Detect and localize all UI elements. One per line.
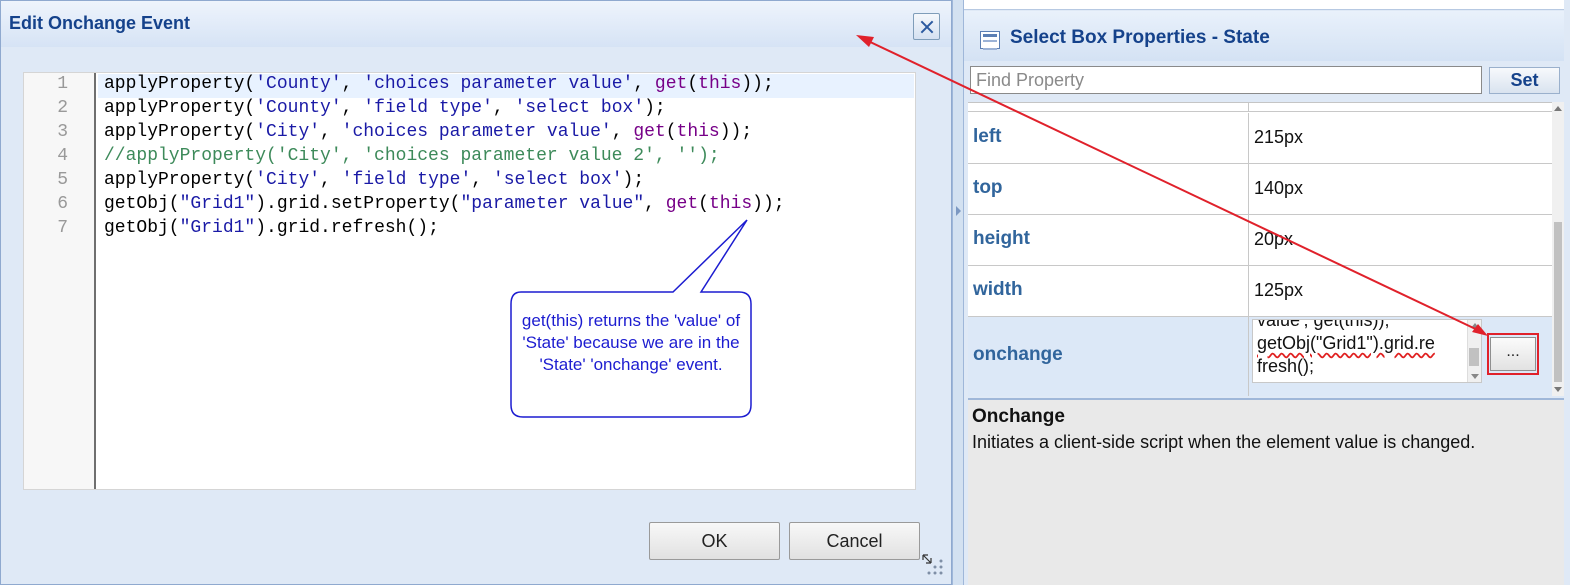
- description-title: Onchange: [972, 406, 1065, 427]
- property-name: top: [973, 177, 1003, 198]
- code-line[interactable]: applyProperty('City', 'field type', 'sel…: [104, 170, 644, 190]
- table-row[interactable]: left 215px: [968, 113, 1552, 164]
- property-value[interactable]: 140px: [1254, 178, 1303, 199]
- panel-header: Select Box Properties - State: [964, 11, 1564, 61]
- table-row: [968, 103, 1552, 112]
- code-line[interactable]: getObj("Grid1").grid.setProperty("parame…: [104, 194, 785, 214]
- table-row[interactable]: top 140px: [968, 164, 1552, 215]
- line-number: 4: [57, 146, 68, 166]
- property-name-cell: height: [968, 215, 1249, 265]
- line-number: 6: [57, 194, 68, 214]
- splitter-arrow-icon[interactable]: [956, 206, 961, 216]
- code-line[interactable]: applyProperty('County', 'choices paramet…: [104, 74, 774, 94]
- onchange-value-line: getObj("Grid1").grid.re: [1257, 333, 1435, 353]
- table-row[interactable]: height 20px: [968, 215, 1552, 266]
- edit-onchange-dialog: Edit Onchange Event 1 2 3 4 5 6 7 applyP…: [0, 0, 952, 585]
- code-line[interactable]: //applyProperty('City', 'choices paramet…: [104, 146, 720, 166]
- onchange-value-line: value', get(this));: [1257, 319, 1390, 330]
- close-icon[interactable]: [913, 13, 940, 40]
- panel-top-strip: [964, 0, 1564, 10]
- property-name: width: [973, 279, 1023, 300]
- line-number: 7: [57, 218, 68, 238]
- property-name: height: [973, 228, 1030, 249]
- line-number: 5: [57, 170, 68, 190]
- code-line[interactable]: getObj("Grid1").grid.refresh();: [104, 218, 439, 238]
- find-property-input[interactable]: [970, 66, 1482, 94]
- description-text: Initiates a client-side script when the …: [972, 432, 1476, 452]
- onchange-value-textarea[interactable]: value', get(this)); getObj("Grid1").grid…: [1252, 319, 1482, 383]
- textarea-scroll-thumb[interactable]: [1469, 348, 1479, 366]
- cancel-button[interactable]: Cancel: [789, 522, 920, 560]
- edit-onchange-button[interactable]: ...: [1490, 337, 1536, 371]
- set-button[interactable]: Set: [1489, 67, 1560, 94]
- property-value[interactable]: 20px: [1254, 229, 1293, 250]
- resize-grip-icon[interactable]: [921, 553, 947, 579]
- property-name-cell: [968, 103, 1249, 111]
- properties-icon: [980, 31, 1000, 50]
- code-editor[interactable]: 1 2 3 4 5 6 7 applyProperty('County', 'c…: [23, 72, 916, 490]
- ok-button[interactable]: OK: [649, 522, 780, 560]
- callout-text: get(this) returns the 'value' of 'State'…: [521, 311, 741, 374]
- table-row-onchange[interactable]: onchange value', get(this)); getObj("Gri…: [968, 317, 1552, 396]
- dialog-title: Edit Onchange Event: [9, 13, 191, 33]
- panel-splitter[interactable]: [952, 0, 964, 585]
- property-name-cell: top: [968, 164, 1249, 214]
- property-value[interactable]: 125px: [1254, 280, 1303, 301]
- grid-scroll-thumb[interactable]: [1554, 222, 1562, 382]
- properties-panel: Select Box Properties - State Set left 2…: [964, 0, 1570, 585]
- onchange-value-line: fresh();: [1257, 356, 1315, 376]
- property-name: onchange: [973, 344, 1063, 365]
- dialog-titlebar[interactable]: Edit Onchange Event: [1, 1, 951, 47]
- line-number: 1: [57, 74, 68, 94]
- property-name-cell: width: [968, 266, 1249, 316]
- property-name-cell: left: [968, 113, 1249, 163]
- property-name-cell: onchange: [968, 317, 1249, 396]
- code-line[interactable]: applyProperty('County', 'field type', 's…: [104, 98, 666, 118]
- property-value[interactable]: 215px: [1254, 127, 1303, 148]
- property-grid: left 215px top 140px height 20px width 1…: [968, 102, 1552, 396]
- line-number: 2: [57, 98, 68, 118]
- panel-title: Select Box Properties - State: [1010, 27, 1270, 48]
- table-row[interactable]: width 125px: [968, 266, 1552, 317]
- app-root: Edit Onchange Event 1 2 3 4 5 6 7 applyP…: [0, 0, 1570, 585]
- property-description: Onchange Initiates a client-side script …: [968, 398, 1564, 585]
- property-name: left: [973, 126, 1002, 147]
- line-number: 3: [57, 122, 68, 142]
- code-line[interactable]: applyProperty('City', 'choices parameter…: [104, 122, 752, 142]
